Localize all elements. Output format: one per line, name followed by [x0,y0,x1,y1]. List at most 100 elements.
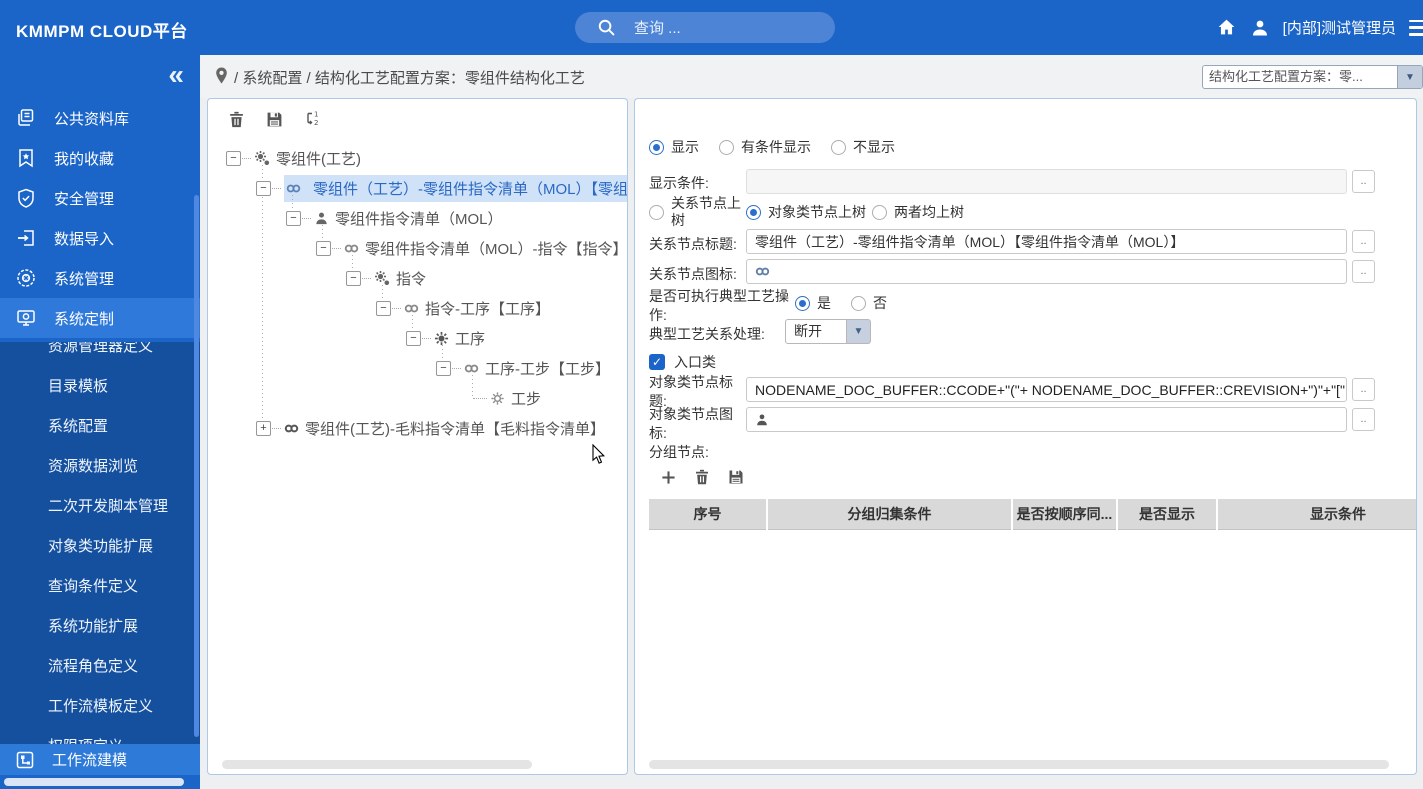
tree-expand-toggle[interactable]: − [256,180,271,196]
sidebar-item-label: 我的收藏 [54,150,115,168]
delete-icon[interactable] [228,111,245,128]
sidebar-item-public-library[interactable]: 公共资料库 [0,98,200,138]
relation-icon-input[interactable] [746,259,1347,284]
form-horizontal-scrollbar[interactable] [649,760,1389,769]
tree-node[interactable]: − 零组件指令清单（MOL） [208,203,627,233]
radio-no[interactable] [851,295,866,311]
tree-node[interactable]: − 工序-工步【工步】 [208,353,627,383]
sidebar-item-label: 数据导入 [54,230,115,248]
global-search-input[interactable]: 查询 ... [575,12,835,43]
radio-both[interactable] [872,204,887,220]
app-header: KMMPM CLOUD平台 查询 ... [内部]测试管理员 [0,0,1423,55]
menu-icon[interactable] [1409,19,1423,36]
chain-link-icon [284,421,299,436]
sidebar-collapse-button[interactable]: « [168,59,184,91]
submenu-item-system-function-extension[interactable]: 系统功能扩展 [0,607,200,647]
submenu-item-query-condition-def[interactable]: 查询条件定义 [0,567,200,607]
submenu-item-system-config[interactable]: 系统配置 [0,407,200,447]
sidebar-item-security[interactable]: 安全管理 [0,178,200,218]
object-title-browse-button[interactable]: .. [1352,378,1375,401]
sidebar-item-data-import[interactable]: 数据导入 [0,218,200,258]
display-condition-input[interactable] [746,169,1347,194]
sidebar-horizontal-scrollbar[interactable] [4,778,184,786]
node-config-panel: 显示 有条件显示 不显示 显示条件: .. 关系节点上树 对象类节点上树 两者均… [634,98,1417,775]
submenu-item-resource-data-browse[interactable]: 资源数据浏览 [0,447,200,487]
scheme-selector-dropdown[interactable]: 结构化工艺配置方案：零... ▼ [1202,65,1423,89]
user-name[interactable]: [内部]测试管理员 [1283,17,1396,38]
object-icon-browse-button[interactable]: .. [1352,408,1375,431]
object-icon-input[interactable] [746,407,1347,432]
radio-no-display[interactable] [831,139,846,155]
save-icon[interactable] [728,469,744,485]
tree-expand-toggle[interactable]: − [376,300,391,316]
column-header-visible[interactable]: 是否显示 [1118,499,1216,530]
tree-node-root[interactable]: − 零组件(工艺) [208,143,627,173]
radio-relation-node[interactable] [649,204,664,220]
object-title-input[interactable]: NODENAME_DOC_BUFFER::CCODE+"("+ NODENAME… [746,377,1347,402]
sidebar-item-label: 工作流建模 [52,752,128,769]
sidebar-item-favorites[interactable]: 我的收藏 [0,138,200,178]
sort-order-icon[interactable]: 12 [304,110,322,128]
chain-link-icon [404,301,419,316]
column-header-group-condition[interactable]: 分组归集条件 [768,499,1011,530]
column-header-display-condition[interactable]: 显示条件 [1218,499,1416,530]
tree-expand-toggle[interactable]: − [316,240,331,256]
submenu-item-object-class-extension[interactable]: 对象类功能扩展 [0,527,200,567]
delete-icon[interactable] [694,469,710,485]
radio-label: 是 [817,295,831,311]
submenu-item-permission-item-def[interactable]: 权限项定义 [0,727,200,744]
tree-node-leaf[interactable]: 工步 [208,383,627,413]
sidebar-vertical-scrollbar[interactable] [194,195,199,737]
chain-link-icon [344,241,359,256]
submenu-item-catalog-template[interactable]: 目录模板 [0,367,200,407]
submenu-item-workflow-template-def[interactable]: 工作流模板定义 [0,687,200,727]
tree-expand-toggle[interactable]: − [286,210,301,226]
tree-node-collapsed[interactable]: + 零组件(工艺)-毛料指令清单【毛料指令清单】 [208,413,627,443]
radio-object-class-node[interactable] [746,204,761,220]
display-condition-browse-button[interactable]: .. [1352,170,1375,193]
tree-expand-toggle[interactable]: − [226,150,241,166]
tree-node[interactable]: − 零组件指令清单（MOL）-指令【指令】 [208,233,627,263]
tree-horizontal-scrollbar[interactable] [222,760,532,769]
typical-relation-dropdown[interactable]: 断开 ▼ [785,319,871,344]
tree-node-selected[interactable]: − 零组件（工艺）-零组件指令清单（MOL）【零组件指令清单（MOL）】 [208,173,627,203]
tree-node[interactable]: − 工序 [208,323,627,353]
tree-mode-radio-relation[interactable]: 关系节点上树 [649,195,749,229]
column-header-sequence-sync[interactable]: 是否按顺序同... [1013,499,1116,530]
library-icon [15,107,37,129]
submenu-item-process-role-def[interactable]: 流程角色定义 [0,647,200,687]
tree-toolbar: 12 [208,99,627,139]
sidebar-item-workflow-modeling[interactable]: 工作流建模 [0,744,200,775]
tree-node[interactable]: − 指令 [208,263,627,293]
sidebar-item-label: 系统管理 [54,270,115,288]
tree-connector [272,187,281,189]
tree-node[interactable]: − 指令-工序【工序】 [208,293,627,323]
tree-expand-toggle[interactable]: − [436,360,451,376]
submenu-item-script-management[interactable]: 二次开发脚本管理 [0,487,200,527]
relation-title-browse-button[interactable]: .. [1352,230,1375,253]
tree-expand-toggle[interactable]: − [346,270,361,286]
save-icon[interactable] [266,111,283,128]
add-icon[interactable] [661,470,676,485]
home-icon[interactable] [1216,17,1237,38]
sidebar-item-system-customization[interactable]: 系统定制 [0,298,200,338]
tree-node-label: 零组件(工艺)-毛料指令清单【毛料指令清单】 [305,420,605,438]
group-node-label: 分组节点: [649,444,709,460]
user-icon[interactable] [1250,18,1270,38]
radio-display[interactable] [649,139,664,155]
tree-expand-toggle[interactable]: + [256,420,271,436]
tree-expand-toggle[interactable]: − [406,330,421,346]
tree-mode-radio-object[interactable]: 对象类节点上树 两者均上树 [746,202,984,222]
column-header-seq[interactable]: 序号 [649,499,766,530]
entry-class-checkbox[interactable]: ✓ [649,354,665,370]
radio-yes[interactable] [795,295,810,311]
sidebar-item-system-management[interactable]: 系统管理 [0,258,200,298]
submenu-item-resource-manager-def[interactable]: 资源管理器定义 [0,342,200,367]
relation-title-input[interactable]: 零组件（工艺）-零组件指令清单（MOL）【零组件指令清单（MOL）】 [746,229,1347,254]
typical-relation-label: 典型工艺关系处理: [649,326,765,342]
radio-conditional-display[interactable] [719,139,734,155]
screen: { "header": { "title": "KMMPM CLOUD平台", … [0,0,1423,789]
relation-icon-browse-button[interactable]: .. [1352,260,1375,283]
chevron-down-icon[interactable]: ▼ [847,319,871,344]
chevron-down-icon[interactable]: ▼ [1397,66,1422,88]
